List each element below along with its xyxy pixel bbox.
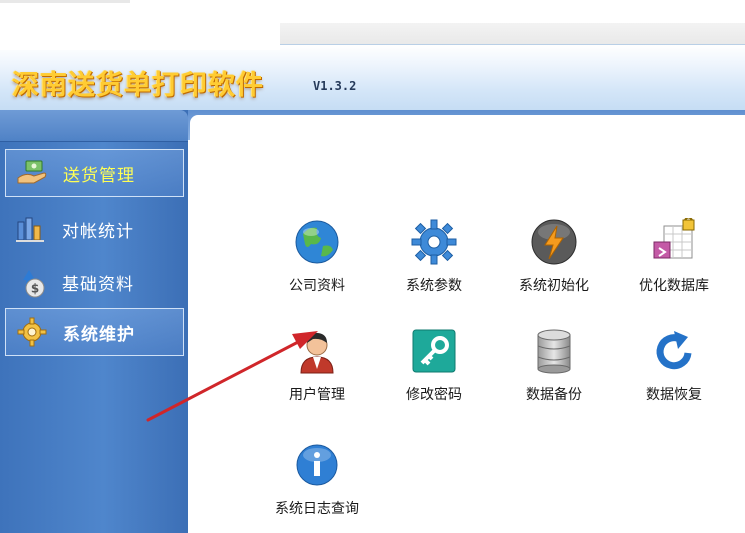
tile-label: 系统参数 xyxy=(406,278,462,294)
tile-change-password[interactable]: 修改密码 xyxy=(379,327,489,427)
gear-icon xyxy=(15,315,49,349)
tile-label: 数据备份 xyxy=(526,387,582,403)
app-header: 深南送货单打印软件 V1.3.2 xyxy=(0,44,745,110)
sidebar-item-basic-data[interactable]: $ 基础资料 xyxy=(5,258,184,306)
tile-label: 优化数据库 xyxy=(639,278,709,294)
tile-data-backup[interactable]: 数据备份 xyxy=(499,327,609,427)
sidebar: 送货管理 对帐统计 $ 基础资料 系统维护 xyxy=(0,110,188,533)
tile-system-parameters[interactable]: 系统参数 xyxy=(379,218,489,318)
tile-system-log-query[interactable]: 系统日志查询 xyxy=(262,441,372,533)
bar-chart-icon xyxy=(14,212,48,246)
tile-label: 数据恢复 xyxy=(646,387,702,403)
sidebar-item-reconciliation[interactable]: 对帐统计 xyxy=(5,205,184,253)
tile-company-info[interactable]: 公司资料 xyxy=(262,218,372,318)
database-lock-icon xyxy=(650,216,698,266)
database-icon xyxy=(530,327,578,375)
sidebar-item-shipping[interactable]: 送货管理 xyxy=(5,149,184,197)
user-icon xyxy=(293,327,341,375)
lightning-icon xyxy=(530,218,578,266)
tile-label: 用户管理 xyxy=(289,387,345,403)
main-panel: 公司资料 系统参数 系统初始化 优化数据库 用户管理 修改密码 数据备份 数据恢… xyxy=(190,115,745,533)
money-bag-icon: $ xyxy=(14,265,48,299)
tile-label: 系统初始化 xyxy=(519,278,589,294)
globe-icon xyxy=(293,218,341,266)
header-cover xyxy=(0,44,280,50)
key-icon xyxy=(410,327,458,375)
refresh-icon xyxy=(650,327,698,375)
app-version: V1.3.2 xyxy=(313,79,357,93)
tile-optimize-database[interactable]: 优化数据库 xyxy=(619,216,729,318)
tile-user-management[interactable]: 用户管理 xyxy=(262,327,372,427)
app-title: 深南送货单打印软件 xyxy=(12,70,264,101)
sidebar-item-label: 对帐统计 xyxy=(62,221,134,242)
sidebar-item-label: 系统维护 xyxy=(63,324,135,345)
info-icon xyxy=(293,441,341,489)
gear-icon xyxy=(410,218,458,266)
top-tab-shadow xyxy=(0,0,130,3)
tile-label: 修改密码 xyxy=(406,387,462,403)
sidebar-header xyxy=(0,110,188,142)
window-top-strip xyxy=(0,0,745,49)
tile-label: 系统日志查询 xyxy=(275,501,359,517)
sidebar-item-label: 基础资料 xyxy=(62,274,134,295)
tile-data-restore[interactable]: 数据恢复 xyxy=(619,327,729,427)
hand-money-icon xyxy=(15,156,49,190)
sidebar-item-label: 送货管理 xyxy=(63,165,135,186)
svg-text:$: $ xyxy=(31,282,39,296)
tile-label: 公司资料 xyxy=(289,278,345,294)
tile-system-initialize[interactable]: 系统初始化 xyxy=(499,218,609,318)
sidebar-item-system-maintenance[interactable]: 系统维护 xyxy=(5,308,184,356)
